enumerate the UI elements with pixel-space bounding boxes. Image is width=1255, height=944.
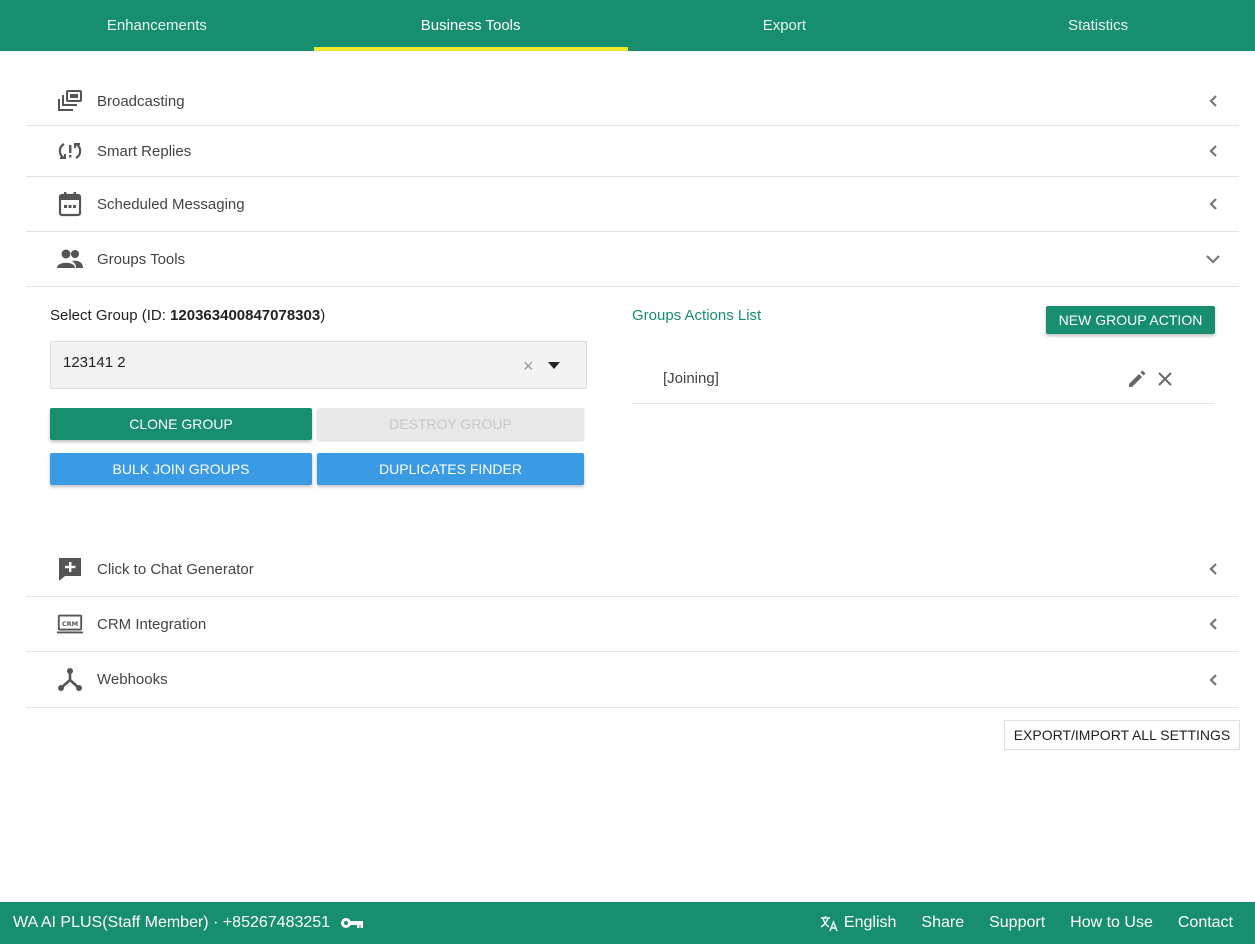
calendar-icon bbox=[56, 190, 84, 218]
select-group-label: Select Group (ID: 120363400847078303) bbox=[50, 307, 325, 324]
section-groups-tools[interactable]: Groups Tools bbox=[26, 232, 1239, 287]
section-label: Click to Chat Generator bbox=[97, 560, 254, 578]
tab-business-tools[interactable]: Business Tools bbox=[313, 0, 628, 51]
edit-icon[interactable] bbox=[1126, 368, 1148, 390]
chevron-left-icon bbox=[1203, 91, 1223, 111]
clone-group-button[interactable]: CLONE GROUP bbox=[50, 408, 312, 440]
group-select[interactable]: 123141 2 × bbox=[50, 341, 587, 389]
tab-statistics[interactable]: Statistics bbox=[941, 0, 1255, 51]
add-comment-icon bbox=[56, 555, 84, 583]
destroy-group-button: DESTROY GROUP bbox=[317, 408, 584, 440]
how-to-use-link[interactable]: How to Use bbox=[1070, 914, 1153, 932]
group-action-label: [Joining] bbox=[663, 370, 719, 387]
bulk-join-groups-button[interactable]: BULK JOIN GROUPS bbox=[50, 453, 312, 485]
clear-icon[interactable]: × bbox=[523, 356, 534, 377]
chevron-left-icon bbox=[1203, 559, 1223, 579]
groups-actions-list-title: Groups Actions List bbox=[632, 307, 762, 324]
webhook-icon bbox=[56, 666, 84, 694]
footer-bar: WA AI PLUS(Staff Member) · +85267483251 … bbox=[0, 902, 1255, 944]
section-scheduled-messaging[interactable]: Scheduled Messaging bbox=[26, 177, 1239, 232]
chevron-down-icon bbox=[1203, 249, 1223, 269]
section-label: Broadcasting bbox=[97, 92, 185, 110]
select-group-label-prefix: Select Group (ID: bbox=[50, 307, 171, 324]
close-icon[interactable] bbox=[1154, 368, 1176, 390]
export-import-settings-button[interactable]: EXPORT/IMPORT ALL SETTINGS bbox=[1004, 720, 1240, 750]
chevron-left-icon bbox=[1203, 614, 1223, 634]
groups-tools-panel: Select Group (ID: 120363400847078303) 12… bbox=[26, 287, 1239, 537]
selected-group-value: 123141 2 bbox=[63, 354, 126, 371]
svg-text:CRM: CRM bbox=[62, 620, 78, 628]
support-link[interactable]: Support bbox=[989, 914, 1045, 932]
section-label: Webhooks bbox=[97, 671, 168, 688]
contact-link[interactable]: Contact bbox=[1178, 914, 1233, 932]
list-item: [Joining] bbox=[632, 360, 1215, 404]
language-label: English bbox=[843, 914, 897, 931]
dropdown-arrow-icon[interactable] bbox=[548, 362, 560, 369]
section-label: CRM Integration bbox=[97, 615, 207, 633]
section-broadcasting[interactable]: Broadcasting bbox=[26, 77, 1239, 126]
account-label: WA AI PLUS(Staff Member) · +85267483251 bbox=[13, 914, 331, 931]
broadcast-icon bbox=[56, 87, 84, 115]
section-label: Groups Tools bbox=[97, 250, 186, 268]
tab-enhancements[interactable]: Enhancements bbox=[0, 0, 314, 51]
key-icon[interactable] bbox=[340, 916, 364, 930]
share-link[interactable]: Share bbox=[921, 914, 964, 932]
chevron-left-icon bbox=[1203, 141, 1223, 161]
group-icon bbox=[56, 245, 84, 273]
top-tab-bar: Enhancements Business Tools Export Stati… bbox=[0, 0, 1255, 51]
group-id: 120363400847078303 bbox=[170, 307, 321, 324]
duplicates-finder-button[interactable]: DUPLICATES FINDER bbox=[317, 453, 584, 485]
chevron-left-icon bbox=[1203, 194, 1223, 214]
account-info: WA AI PLUS(Staff Member) · +85267483251 bbox=[13, 914, 364, 932]
crm-icon: CRM bbox=[56, 610, 84, 638]
footer-links: English Share Support How to Use Contact bbox=[820, 914, 1233, 932]
section-smart-replies[interactable]: Smart Replies bbox=[26, 126, 1239, 177]
smart-replies-icon bbox=[56, 137, 84, 165]
language-selector[interactable]: English bbox=[820, 914, 896, 932]
new-group-action-button[interactable]: NEW GROUP ACTION bbox=[1046, 306, 1215, 334]
tab-export[interactable]: Export bbox=[628, 0, 942, 51]
translate-icon bbox=[820, 915, 838, 931]
section-click-to-chat[interactable]: Click to Chat Generator bbox=[26, 542, 1239, 597]
section-label: Smart Replies bbox=[97, 142, 192, 160]
chevron-left-icon bbox=[1203, 670, 1223, 690]
section-crm-integration[interactable]: CRM CRM Integration bbox=[26, 597, 1239, 652]
section-webhooks[interactable]: Webhooks bbox=[26, 652, 1239, 708]
section-label: Scheduled Messaging bbox=[97, 195, 245, 213]
select-group-label-suffix: ) bbox=[320, 307, 326, 324]
